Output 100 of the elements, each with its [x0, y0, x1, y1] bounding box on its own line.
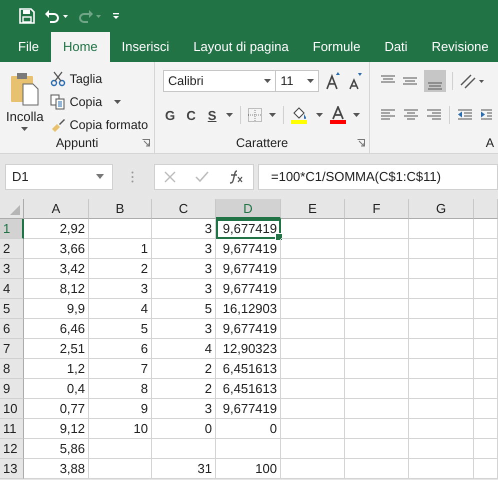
table-cell[interactable]: 9,677419 — [216, 259, 281, 279]
table-cell[interactable]: 3 — [152, 279, 216, 299]
table-cell[interactable] — [345, 359, 409, 379]
row-header[interactable]: 9 — [0, 379, 24, 399]
cut-button[interactable]: Taglia — [50, 68, 148, 89]
column-header[interactable]: C — [152, 199, 216, 219]
table-cell[interactable]: 2 — [89, 259, 152, 279]
table-cell[interactable]: 0 — [152, 419, 216, 439]
formula-field[interactable]: =100*C1/SOMMA(C$1:C$11) — [258, 164, 498, 190]
copy-button[interactable]: Copia — [50, 91, 148, 112]
table-cell[interactable] — [409, 419, 474, 439]
table-cell[interactable] — [345, 239, 409, 259]
table-cell[interactable]: 3 — [152, 239, 216, 259]
table-cell[interactable] — [281, 419, 345, 439]
table-cell[interactable]: 2 — [152, 379, 216, 399]
table-cell[interactable] — [474, 339, 498, 359]
table-cell[interactable] — [281, 339, 345, 359]
table-cell[interactable] — [345, 319, 409, 339]
table-cell[interactable]: 1,2 — [24, 359, 89, 379]
table-cell[interactable]: 0,77 — [24, 399, 89, 419]
italic-button[interactable]: C — [184, 108, 198, 122]
underline-button[interactable]: S — [205, 108, 220, 122]
table-cell[interactable] — [281, 219, 345, 239]
column-header[interactable]: E — [281, 199, 345, 219]
row-header[interactable]: 12 — [0, 439, 24, 459]
save-icon[interactable] — [19, 8, 35, 24]
ribbon-tab[interactable]: File — [6, 32, 51, 62]
table-cell[interactable] — [409, 259, 474, 279]
table-cell[interactable] — [409, 219, 474, 239]
table-cell[interactable]: 0 — [216, 419, 281, 439]
table-cell[interactable] — [345, 439, 409, 459]
ribbon-tab[interactable]: Formule — [300, 32, 372, 62]
table-cell[interactable]: 4 — [152, 339, 216, 359]
table-cell[interactable]: 3 — [89, 279, 152, 299]
table-cell[interactable] — [281, 299, 345, 319]
ribbon-tab[interactable]: Inserisci — [110, 32, 182, 62]
ribbon-tab[interactable]: Home — [50, 32, 110, 62]
align-center-icon[interactable] — [403, 108, 420, 122]
row-header[interactable]: 6 — [0, 319, 24, 339]
table-cell[interactable] — [281, 319, 345, 339]
row-header[interactable]: 10 — [0, 399, 24, 419]
table-cell[interactable] — [345, 299, 409, 319]
table-cell[interactable] — [345, 259, 409, 279]
table-cell[interactable]: 31 — [152, 459, 216, 479]
table-cell[interactable]: 8,12 — [24, 279, 89, 299]
bold-button[interactable]: G — [163, 108, 178, 122]
table-cell[interactable] — [345, 219, 409, 239]
dialog-launcher-icon[interactable] — [142, 139, 150, 147]
fill-color-icon[interactable] — [291, 106, 310, 124]
name-box[interactable]: D1 — [5, 164, 113, 190]
table-cell[interactable] — [345, 399, 409, 419]
select-all-button[interactable] — [0, 199, 24, 219]
table-cell[interactable] — [474, 219, 498, 239]
row-header[interactable]: 1 — [0, 219, 24, 239]
ribbon-tab[interactable]: Dati — [372, 32, 420, 62]
column-header[interactable]: F — [345, 199, 409, 219]
table-cell[interactable] — [409, 379, 474, 399]
table-cell[interactable] — [281, 239, 345, 259]
font-color-icon[interactable] — [330, 106, 346, 124]
table-cell[interactable]: 9 — [89, 399, 152, 419]
table-cell[interactable] — [474, 459, 498, 479]
ribbon-tab[interactable]: Revisione — [420, 32, 498, 62]
table-cell[interactable] — [409, 439, 474, 459]
table-cell[interactable] — [409, 339, 474, 359]
row-header[interactable]: 7 — [0, 339, 24, 359]
align-bottom-icon[interactable] — [424, 70, 446, 92]
table-cell[interactable]: 6,451613 — [216, 359, 281, 379]
table-cell[interactable] — [345, 279, 409, 299]
grow-font-icon[interactable] — [325, 72, 342, 90]
table-cell[interactable] — [474, 379, 498, 399]
align-left-icon[interactable] — [380, 108, 396, 122]
row-header[interactable]: 4 — [0, 279, 24, 299]
cancel-icon[interactable] — [164, 170, 176, 182]
table-cell[interactable]: 5 — [152, 299, 216, 319]
font-size-field[interactable]: 11 — [275, 70, 320, 92]
table-cell[interactable] — [474, 259, 498, 279]
increase-indent-icon[interactable] — [480, 108, 492, 122]
table-cell[interactable] — [152, 439, 216, 459]
table-cell[interactable] — [474, 419, 498, 439]
table-cell[interactable] — [409, 459, 474, 479]
table-cell[interactable]: 5,86 — [24, 439, 89, 459]
align-right-icon[interactable] — [426, 108, 442, 122]
table-cell[interactable]: 3 — [152, 399, 216, 419]
table-cell[interactable] — [216, 439, 281, 459]
table-cell[interactable] — [474, 279, 498, 299]
insert-function-icon[interactable] — [228, 170, 244, 184]
table-cell[interactable]: 6,451613 — [216, 379, 281, 399]
table-cell[interactable]: 3,88 — [24, 459, 89, 479]
table-cell[interactable]: 12,90323 — [216, 339, 281, 359]
decrease-indent-icon[interactable] — [457, 108, 474, 122]
table-cell[interactable]: 100 — [216, 459, 281, 479]
borders-icon[interactable] — [248, 108, 262, 122]
row-header[interactable]: 11 — [0, 419, 24, 439]
table-cell[interactable]: 4 — [89, 299, 152, 319]
table-cell[interactable]: 3 — [152, 259, 216, 279]
shrink-font-icon[interactable] — [347, 72, 364, 90]
table-cell[interactable]: 9,677419 — [216, 279, 281, 299]
table-cell[interactable]: 3,66 — [24, 239, 89, 259]
table-cell[interactable]: 10 — [89, 419, 152, 439]
table-cell[interactable] — [281, 359, 345, 379]
